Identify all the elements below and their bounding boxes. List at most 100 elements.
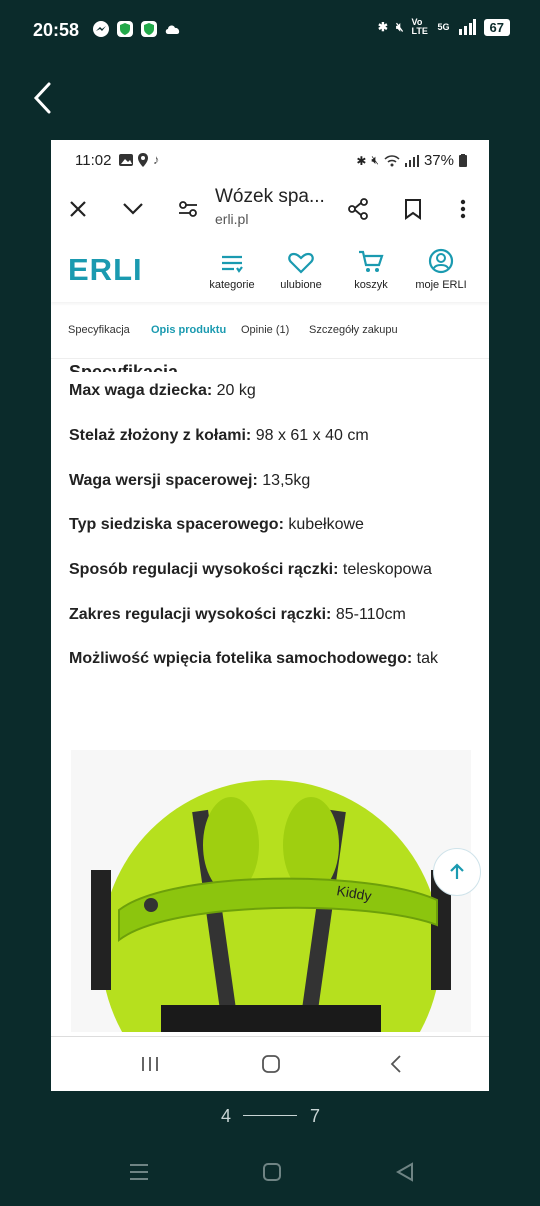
pager-current: 4 (221, 1106, 232, 1126)
inner-navigation-bar (51, 1036, 489, 1091)
spec-row: Max waga dziecka: 20 kg (69, 382, 256, 400)
home-icon[interactable] (262, 1162, 282, 1182)
erli-logo[interactable]: ERLI (68, 252, 143, 288)
notification-icons (92, 20, 182, 38)
nav-moje-erli[interactable]: moje ERLI (406, 246, 476, 291)
stroller-illustration: Kiddy (71, 750, 471, 1032)
spec-label: Max waga dziecka: (69, 382, 213, 399)
page-title: Wózek spa... (215, 186, 325, 207)
more-options-button[interactable] (448, 194, 478, 224)
nav-label: ulubione (280, 279, 322, 291)
cloud-icon (165, 25, 180, 34)
section-heading-text: Specyfikacja (69, 362, 179, 372)
nav-label: kategorie (209, 279, 255, 291)
page-title-area[interactable]: Wózek spa... erli.pl (215, 186, 325, 227)
menu-icon[interactable] (128, 1162, 150, 1182)
spec-label: Waga wersji spacerowej: (69, 472, 258, 489)
embedded-screenshot: 11:02 ♪ ✱ 🔇︎ 37% Wózek spa... erli.pl ER… (51, 140, 489, 1091)
pager-total: 7 (310, 1106, 321, 1126)
wifi-icon (384, 154, 400, 166)
spec-value: 98 x 61 x 40 cm (255, 427, 369, 444)
spec-value: tak (416, 650, 438, 667)
inner-status-bar: 11:02 ♪ ✱ 🔇︎ 37% (51, 140, 489, 180)
shield-icon (117, 21, 133, 37)
mute-icon: 🔇︎ (371, 153, 379, 167)
recent-apps-icon[interactable] (141, 1055, 159, 1073)
pager-divider (243, 1115, 297, 1116)
spec-row: Możliwość wpięcia fotelika samochodowego… (69, 650, 438, 668)
battery-icon (459, 154, 467, 167)
tab-specyfikacja[interactable]: Specyfikacja (68, 324, 130, 336)
spec-row: Zakres regulacji wysokości rączki: 85-11… (69, 606, 406, 624)
bookmark-button[interactable] (398, 194, 428, 224)
home-icon[interactable] (262, 1055, 280, 1073)
scroll-to-top-button[interactable] (433, 848, 481, 896)
tiktok-icon: ♪ (153, 152, 160, 167)
back-icon[interactable] (396, 1162, 414, 1182)
site-header: ERLI kategorie ulubione koszyk moje ERLI (51, 238, 489, 302)
arrow-up-icon (450, 863, 464, 879)
messenger-icon (93, 21, 109, 37)
tab-opinie[interactable]: Opinie (1) (241, 324, 289, 336)
nav-ulubione[interactable]: ulubione (266, 246, 336, 291)
close-icon (70, 201, 86, 217)
spec-value: teleskopowa (342, 561, 432, 578)
share-button[interactable] (343, 194, 373, 224)
back-button[interactable] (30, 80, 54, 121)
share-icon (348, 198, 368, 220)
bluetooth-icon: ✱ (356, 153, 367, 168)
spec-label: Typ siedziska spacerowego: (69, 516, 284, 533)
system-icons: ✱ 🔇︎ Vo LTE 5G 67 (378, 18, 510, 36)
device-status-bar: 20:58 ✱ 🔇︎ Vo LTE 5G 67 (0, 0, 540, 62)
image-icon (119, 153, 133, 166)
more-vertical-icon (460, 199, 466, 219)
spec-value: 85-110cm (335, 606, 406, 623)
nav-label: moje ERLI (415, 279, 467, 291)
section-heading: Specyfikacja (69, 358, 178, 372)
chevron-left-icon (33, 82, 51, 114)
mute-icon: 🔇︎ (395, 19, 404, 34)
spec-row: Typ siedziska spacerowego: kubełkowe (69, 516, 364, 534)
bluetooth-icon: ✱ (377, 20, 388, 34)
spec-row: Waga wersji spacerowej: 13,5kg (69, 472, 310, 490)
spec-label: Zakres regulacji wysokości rączki: (69, 606, 332, 623)
spec-row: Stelaż złożony z kołami: 98 x 61 x 40 cm (69, 427, 369, 445)
spec-row: Sposób regulacji wysokości rączki: teles… (69, 561, 432, 579)
location-icon (138, 152, 148, 167)
bookmark-icon (405, 199, 421, 220)
collapse-button[interactable] (118, 194, 148, 224)
spec-label: Stelaż złożony z kołami: (69, 427, 252, 444)
close-tab-button[interactable] (63, 194, 93, 224)
inner-system-icons: ✱ 🔇︎ 37% (356, 152, 467, 169)
tab-opis-produktu[interactable]: Opis produktu (151, 324, 226, 336)
nav-kategorie[interactable]: kategorie (197, 246, 267, 291)
inner-status-time: 11:02 (75, 152, 112, 169)
user-icon (428, 248, 454, 274)
list-icon (222, 255, 243, 273)
shield-icon (141, 21, 157, 37)
spec-value: 20 kg (216, 382, 256, 399)
battery-indicator: 67 (483, 18, 510, 36)
nav-label: koszyk (354, 279, 388, 291)
cart-icon (359, 250, 384, 272)
nav-koszyk[interactable]: koszyk (336, 246, 406, 291)
spec-label: Możliwość wpięcia fotelika samochodowego… (69, 650, 413, 667)
signal-icon (404, 154, 419, 167)
device-navigation-bar (0, 1150, 540, 1200)
heart-icon (288, 252, 314, 274)
inner-battery-text: 37% (423, 152, 454, 169)
back-icon[interactable] (389, 1055, 403, 1073)
network-label: 5G (437, 22, 450, 32)
page-settings-button[interactable] (173, 194, 203, 224)
status-time: 20:58 (33, 20, 80, 40)
page-url: erli.pl (215, 211, 249, 227)
product-image[interactable]: Kiddy (71, 750, 471, 1032)
browser-toolbar: Wózek spa... erli.pl (51, 180, 489, 239)
tab-szczegoly-zakupu[interactable]: Szczegóły zakupu (309, 324, 398, 336)
volte-label: Vo LTE (411, 17, 428, 36)
product-tabs: Specyfikacja Opis produktu Opinie (1) Sz… (51, 310, 489, 359)
spec-value: kubełkowe (288, 516, 364, 533)
chevron-down-icon (123, 203, 143, 215)
tune-icon (179, 201, 197, 217)
spec-label: Sposób regulacji wysokości rączki: (69, 561, 339, 578)
